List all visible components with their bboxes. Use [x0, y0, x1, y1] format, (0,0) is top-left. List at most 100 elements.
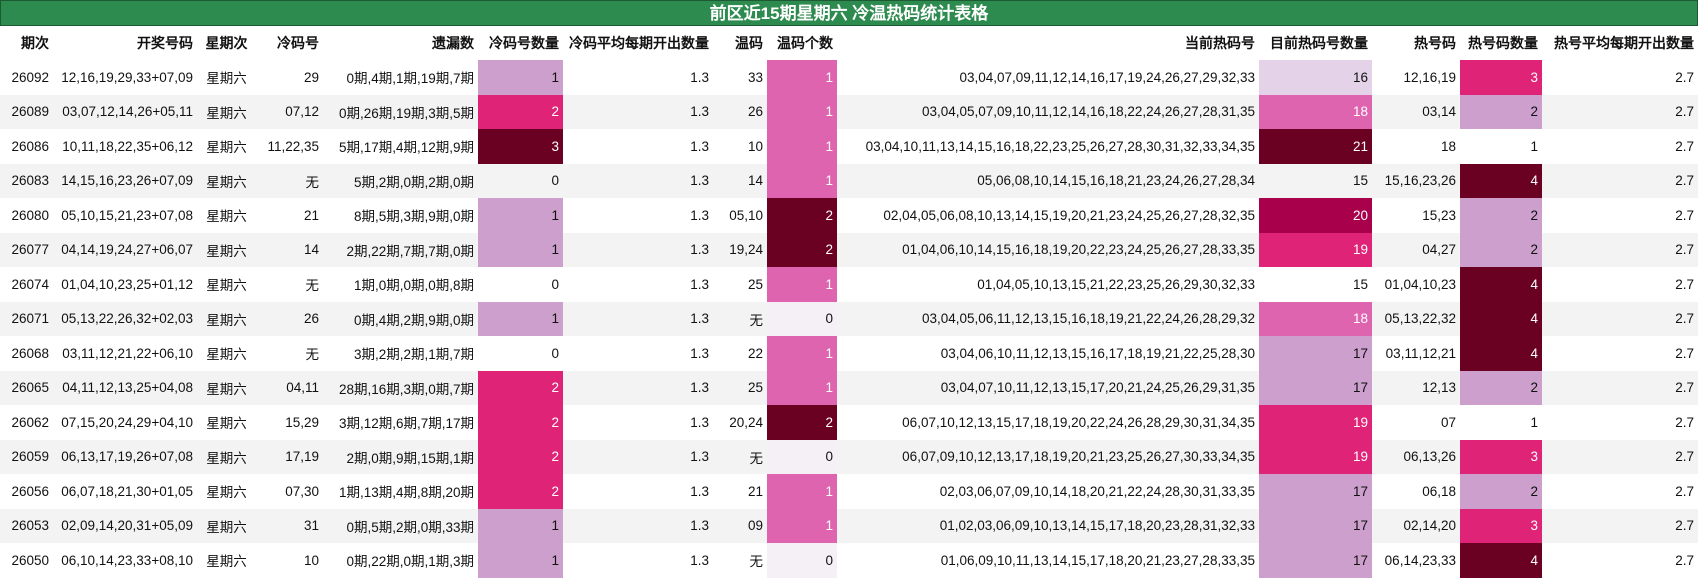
- cell-miss-count[interactable]: 0期,4期,1期,19期,7期: [323, 60, 478, 95]
- cell-hot-numbers[interactable]: 15,16,23,26: [1372, 163, 1460, 198]
- cell-hot-average[interactable]: 2.7: [1542, 232, 1698, 267]
- cell-cold-numbers[interactable]: 无: [256, 267, 323, 302]
- cell-hot-numbers[interactable]: 06,14,23,33: [1372, 543, 1460, 578]
- cell-current-hot-numbers[interactable]: 03,04,05,07,09,10,11,12,14,16,18,22,24,2…: [837, 94, 1259, 129]
- cell-current-hot-count[interactable]: 19: [1259, 439, 1372, 474]
- cell-hot-numbers[interactable]: 03,11,12,21: [1372, 336, 1460, 371]
- cell-cold-average[interactable]: 1.3: [563, 60, 713, 95]
- cell-hot-count[interactable]: 4: [1460, 543, 1542, 578]
- cell-draw-numbers[interactable]: 03,11,12,21,22+06,10: [53, 336, 197, 371]
- cell-warm-numbers[interactable]: 25: [713, 267, 767, 302]
- cell-warm-count[interactable]: 1: [767, 267, 837, 302]
- cell-cold-count[interactable]: 2: [478, 474, 563, 509]
- cell-cold-count[interactable]: 0: [478, 336, 563, 371]
- cell-hot-numbers[interactable]: 06,18: [1372, 474, 1460, 509]
- cell-cold-average[interactable]: 1.3: [563, 405, 713, 440]
- cell-current-hot-count[interactable]: 17: [1259, 370, 1372, 405]
- cell-cold-average[interactable]: 1.3: [563, 370, 713, 405]
- cell-hot-numbers[interactable]: 03,14: [1372, 94, 1460, 129]
- cell-cold-count[interactable]: 2: [478, 94, 563, 129]
- cell-hot-count[interactable]: 3: [1460, 60, 1542, 95]
- cell-cold-numbers[interactable]: 26: [256, 301, 323, 336]
- cell-cold-count[interactable]: 2: [478, 439, 563, 474]
- cell-hot-count[interactable]: 4: [1460, 267, 1542, 302]
- cell-weekday[interactable]: 星期六: [197, 232, 256, 267]
- cell-weekday[interactable]: 星期六: [197, 474, 256, 509]
- header-miss-count[interactable]: 遗漏数: [323, 26, 478, 60]
- cell-cold-numbers[interactable]: 21: [256, 198, 323, 233]
- cell-miss-count[interactable]: 0期,4期,2期,9期,0期: [323, 301, 478, 336]
- cell-current-hot-numbers[interactable]: 01,04,06,10,14,15,16,18,19,20,22,23,24,2…: [837, 232, 1259, 267]
- cell-cold-count[interactable]: 0: [478, 163, 563, 198]
- cell-cold-average[interactable]: 1.3: [563, 508, 713, 543]
- header-warm-count[interactable]: 温码个数: [767, 26, 837, 60]
- cell-period[interactable]: 26086: [0, 129, 53, 164]
- cell-hot-average[interactable]: 2.7: [1542, 336, 1698, 371]
- cell-current-hot-count[interactable]: 20: [1259, 198, 1372, 233]
- cell-miss-count[interactable]: 2期,0期,9期,15期,1期: [323, 439, 478, 474]
- header-current-hot-count[interactable]: 目前热码号数量: [1259, 26, 1372, 60]
- cell-weekday[interactable]: 星期六: [197, 198, 256, 233]
- cell-warm-numbers[interactable]: 20,24: [713, 405, 767, 440]
- cell-current-hot-count[interactable]: 17: [1259, 474, 1372, 509]
- header-hot-count[interactable]: 热号码数量: [1460, 26, 1542, 60]
- cell-hot-average[interactable]: 2.7: [1542, 543, 1698, 578]
- cell-draw-numbers[interactable]: 07,15,20,24,29+04,10: [53, 405, 197, 440]
- cell-cold-numbers[interactable]: 无: [256, 163, 323, 198]
- cell-period[interactable]: 26050: [0, 543, 53, 578]
- cell-weekday[interactable]: 星期六: [197, 543, 256, 578]
- cell-draw-numbers[interactable]: 01,04,10,23,25+01,12: [53, 267, 197, 302]
- cell-warm-numbers[interactable]: 10: [713, 129, 767, 164]
- cell-warm-numbers[interactable]: 05,10: [713, 198, 767, 233]
- cell-hot-count[interactable]: 4: [1460, 336, 1542, 371]
- cell-cold-average[interactable]: 1.3: [563, 474, 713, 509]
- cell-hot-count[interactable]: 2: [1460, 94, 1542, 129]
- cell-cold-average[interactable]: 1.3: [563, 336, 713, 371]
- cell-draw-numbers[interactable]: 05,13,22,26,32+02,03: [53, 301, 197, 336]
- cell-hot-average[interactable]: 2.7: [1542, 267, 1698, 302]
- cell-warm-numbers[interactable]: 14: [713, 163, 767, 198]
- cell-cold-numbers[interactable]: 11,22,35: [256, 129, 323, 164]
- cell-draw-numbers[interactable]: 12,16,19,29,33+07,09: [53, 60, 197, 95]
- cell-draw-numbers[interactable]: 06,07,18,21,30+01,05: [53, 474, 197, 509]
- cell-warm-count[interactable]: 1: [767, 336, 837, 371]
- cell-hot-numbers[interactable]: 15,23: [1372, 198, 1460, 233]
- cell-period[interactable]: 26083: [0, 163, 53, 198]
- cell-period[interactable]: 26080: [0, 198, 53, 233]
- cell-hot-count[interactable]: 2: [1460, 198, 1542, 233]
- cell-cold-count[interactable]: 1: [478, 232, 563, 267]
- cell-current-hot-numbers[interactable]: 06,07,09,10,12,13,17,18,19,20,21,23,25,2…: [837, 439, 1259, 474]
- cell-weekday[interactable]: 星期六: [197, 439, 256, 474]
- cell-current-hot-numbers[interactable]: 01,02,03,06,09,10,13,14,15,17,18,20,23,2…: [837, 508, 1259, 543]
- cell-weekday[interactable]: 星期六: [197, 508, 256, 543]
- cell-current-hot-numbers[interactable]: 01,04,05,10,13,15,21,22,23,25,26,29,30,3…: [837, 267, 1259, 302]
- cell-hot-count[interactable]: 1: [1460, 129, 1542, 164]
- cell-period[interactable]: 26065: [0, 370, 53, 405]
- cell-weekday[interactable]: 星期六: [197, 370, 256, 405]
- cell-cold-average[interactable]: 1.3: [563, 198, 713, 233]
- cell-weekday[interactable]: 星期六: [197, 94, 256, 129]
- cell-draw-numbers[interactable]: 04,14,19,24,27+06,07: [53, 232, 197, 267]
- cell-hot-average[interactable]: 2.7: [1542, 301, 1698, 336]
- cell-current-hot-count[interactable]: 19: [1259, 405, 1372, 440]
- cell-current-hot-numbers[interactable]: 03,04,07,10,11,12,13,15,17,20,21,24,25,2…: [837, 370, 1259, 405]
- cell-hot-numbers[interactable]: 07: [1372, 405, 1460, 440]
- cell-hot-average[interactable]: 2.7: [1542, 439, 1698, 474]
- cell-current-hot-count[interactable]: 18: [1259, 94, 1372, 129]
- cell-current-hot-count[interactable]: 15: [1259, 267, 1372, 302]
- cell-cold-numbers[interactable]: 无: [256, 336, 323, 371]
- cell-warm-numbers[interactable]: 33: [713, 60, 767, 95]
- cell-weekday[interactable]: 星期六: [197, 267, 256, 302]
- cell-cold-count[interactable]: 1: [478, 543, 563, 578]
- cell-cold-count[interactable]: 3: [478, 129, 563, 164]
- header-hot-average[interactable]: 热号平均每期开出数量: [1542, 26, 1698, 60]
- cell-current-hot-numbers[interactable]: 02,04,05,06,08,10,13,14,15,19,20,21,23,2…: [837, 198, 1259, 233]
- cell-hot-numbers[interactable]: 02,14,20: [1372, 508, 1460, 543]
- cell-hot-average[interactable]: 2.7: [1542, 129, 1698, 164]
- cell-period[interactable]: 26071: [0, 301, 53, 336]
- header-cold-numbers[interactable]: 冷码号: [256, 26, 323, 60]
- cell-hot-numbers[interactable]: 18: [1372, 129, 1460, 164]
- cell-current-hot-count[interactable]: 16: [1259, 60, 1372, 95]
- cell-warm-count[interactable]: 1: [767, 508, 837, 543]
- cell-current-hot-count[interactable]: 15: [1259, 163, 1372, 198]
